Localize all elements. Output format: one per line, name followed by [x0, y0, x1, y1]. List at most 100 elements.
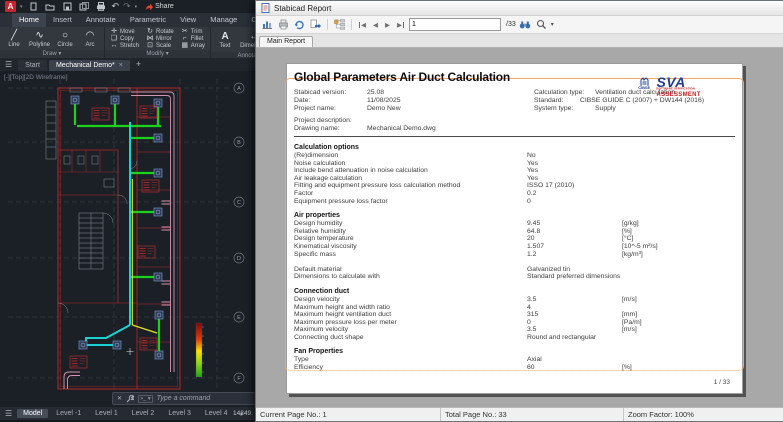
- row-label: Design velocity: [294, 296, 527, 304]
- modify-tool-icon: ✛: [110, 28, 118, 35]
- toolbar-separator: [327, 19, 328, 30]
- row-label: Include bend attenuation in noise calcul…: [294, 167, 527, 175]
- command-close-icon[interactable]: ✕: [117, 395, 122, 402]
- viewport-controls-label[interactable]: [-][Top][2D Wireframe]: [4, 74, 68, 81]
- row-label: Default material: [294, 266, 527, 274]
- layout-tab[interactable]: Level -1: [50, 409, 87, 418]
- previous-page-button[interactable]: ◀: [371, 21, 380, 29]
- draw-tool-icon: ◠: [86, 30, 95, 41]
- save-as-icon[interactable]: [78, 0, 91, 13]
- command-input[interactable]: Type a command: [157, 395, 211, 402]
- row-unit: [622, 356, 735, 364]
- layout-tab[interactable]: Model: [17, 409, 48, 418]
- share-button[interactable]: Share: [145, 3, 174, 11]
- page-number-input[interactable]: [409, 18, 501, 31]
- modify-tool-button[interactable]: ▦ Array: [181, 42, 205, 49]
- export-document-icon[interactable]: [309, 18, 322, 31]
- report-viewer[interactable]: Global Parameters Air Duct Calculation C…: [256, 48, 783, 407]
- qat-caret-icon[interactable]: ▾: [135, 4, 138, 10]
- zoom-tool-icon[interactable]: [535, 18, 548, 31]
- ribbon-tab[interactable]: View: [173, 13, 203, 27]
- file-tab-start[interactable]: Start: [18, 60, 47, 71]
- row-label: [294, 258, 527, 266]
- zoom-caret-icon[interactable]: ▾: [551, 21, 554, 28]
- report-row: Include bend attenuation in noise calcul…: [294, 167, 735, 175]
- page-indicator: 1 / 33: [714, 379, 730, 386]
- report-row: Design temperature 20 [°C]: [294, 235, 735, 243]
- draw-tool-button[interactable]: ◠ Arc: [80, 28, 100, 49]
- main-report-tab[interactable]: Main Report: [259, 36, 313, 47]
- plot-icon[interactable]: [95, 0, 108, 13]
- modify-tool-button[interactable]: ↻ Rotate: [146, 28, 174, 35]
- export-report-icon[interactable]: [261, 18, 274, 31]
- modify-tool-button[interactable]: ⋈ Mirror: [146, 35, 174, 42]
- modify-tool-button[interactable]: ✛ Move: [110, 28, 139, 35]
- draw-tool-icon: ○: [62, 30, 68, 41]
- row-value: 20: [527, 235, 622, 243]
- modify-tool-button[interactable]: ⊡ Scale: [146, 42, 174, 49]
- section-heading: Calculation options: [294, 143, 735, 152]
- report-row: Air leakage calculation Yes: [294, 175, 735, 183]
- customize-wrench-icon[interactable]: [126, 395, 134, 403]
- ribbon-tab[interactable]: Parametric: [123, 13, 173, 27]
- app-menu-caret-icon[interactable]: ▾: [20, 4, 23, 10]
- report-row: Default material Galvanized tin: [294, 266, 735, 274]
- panel-label-modify[interactable]: Modify ▾: [105, 50, 210, 58]
- autocad-app-menu[interactable]: A: [5, 1, 16, 12]
- duct-legend: [196, 323, 204, 377]
- row-unit: [kg/m³]: [622, 251, 735, 259]
- row-unit: [622, 273, 735, 281]
- undo-icon[interactable]: ↶: [112, 2, 120, 11]
- report-sections: Calculation options (Re)dimension No Noi…: [294, 143, 735, 372]
- ribbon-tab[interactable]: Annotate: [79, 13, 123, 27]
- modify-tool-icon: ❏: [110, 35, 118, 42]
- annotation-tool-button[interactable]: A Text: [215, 28, 235, 51]
- layout-tab[interactable]: Level 3: [162, 409, 197, 418]
- file-tabs-menu-icon[interactable]: ☰: [5, 60, 12, 69]
- ribbon-tab[interactable]: Insert: [46, 13, 79, 27]
- layout-tab[interactable]: Level 1: [89, 409, 124, 418]
- modify-tool-button[interactable]: ↔ Stretch: [110, 42, 139, 49]
- draw-tool-icon: ∿: [35, 30, 43, 41]
- command-input-icon[interactable]: >_ ▾: [138, 395, 153, 403]
- stabicad-titlebar[interactable]: Stabicad Report: [256, 1, 783, 16]
- modify-tool-button[interactable]: ✂ Trim: [181, 28, 205, 35]
- modify-tool-button[interactable]: ⌐ Fillet: [181, 35, 205, 42]
- toc-tree-icon[interactable]: [333, 18, 346, 31]
- new-drawing-tab-icon[interactable]: +: [132, 59, 145, 71]
- open-folder-icon[interactable]: [44, 0, 57, 13]
- layout-tab[interactable]: Level 4: [199, 409, 234, 418]
- layout-tab[interactable]: Level 2: [126, 409, 161, 418]
- panel-label-draw[interactable]: Draw ▾: [0, 50, 104, 58]
- draw-tool-button[interactable]: ○ Circle: [55, 28, 75, 49]
- ribbon-tab[interactable]: Manage: [203, 13, 244, 27]
- draw-tool-button[interactable]: ╱ Line: [4, 28, 24, 49]
- close-tab-icon[interactable]: ×: [119, 62, 123, 69]
- row-label: Design humidity: [294, 220, 527, 228]
- report-row: Type Axial: [294, 356, 735, 364]
- redo-icon[interactable]: ↷: [123, 2, 131, 11]
- row-label: Efficiency: [294, 364, 527, 372]
- last-page-button[interactable]: ▶: [395, 21, 406, 29]
- draw-tool-button[interactable]: ∿ Polyline: [29, 28, 50, 49]
- report-row: Noise calculation Yes: [294, 160, 735, 168]
- row-label: Relative humidity: [294, 228, 527, 236]
- search-binoculars-icon[interactable]: [519, 18, 532, 31]
- refresh-icon[interactable]: [293, 18, 306, 31]
- status-zoom-factor: Zoom Factor: 100%: [624, 408, 783, 421]
- save-icon[interactable]: [61, 0, 74, 13]
- row-value: ISSO 17 (2010): [527, 182, 622, 190]
- layout-menu-icon[interactable]: ☰: [5, 409, 12, 418]
- print-icon[interactable]: [277, 18, 290, 31]
- new-file-icon[interactable]: [27, 0, 40, 13]
- row-value: Yes: [527, 160, 622, 168]
- file-tab-active-doc[interactable]: Mechanical Demo* ×: [49, 60, 130, 71]
- page-total-label: /33: [506, 21, 516, 28]
- row-value: Axial: [527, 356, 622, 364]
- modify-tool-button[interactable]: ❏ Copy: [110, 35, 139, 42]
- modify-tool-icon: ▦: [181, 42, 189, 49]
- row-label: Maximum velocity: [294, 326, 527, 334]
- first-page-button[interactable]: ◀: [357, 21, 368, 29]
- next-page-button[interactable]: ▶: [383, 21, 392, 29]
- ribbon-tab[interactable]: Home: [12, 13, 46, 27]
